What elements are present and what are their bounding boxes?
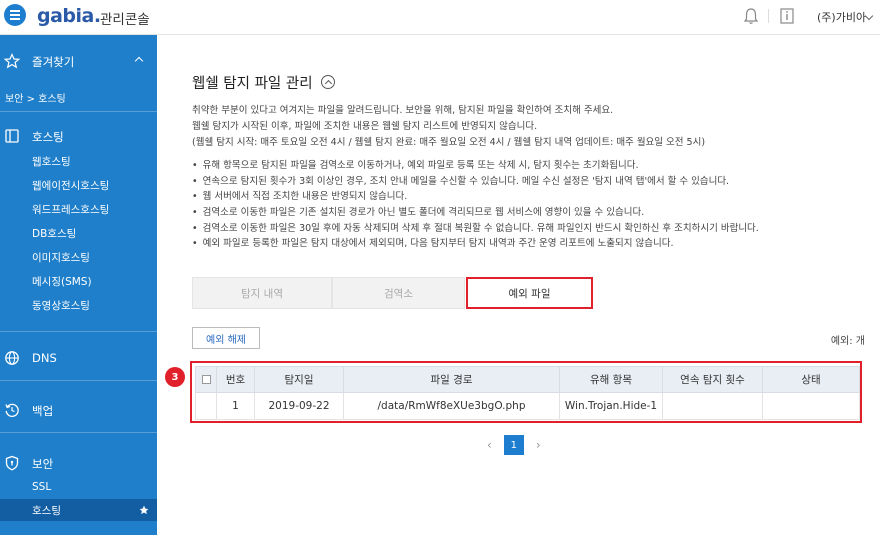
exception-table-highlight: 번호 탐지일 파일 경로 유해 항목 연속 탐지 횟수 상태 1 2019-09… xyxy=(190,361,862,423)
top-bar: gabia. 관리콘솔 (주)가비아 xyxy=(0,0,880,35)
chevron-up-icon[interactable] xyxy=(134,56,144,66)
breadcrumb: 보안 > 호스팅 xyxy=(5,94,66,105)
status xyxy=(762,392,860,420)
notice-item: 검역소로 이동한 파일은 30일 후에 자동 삭제되며 삭제 후 절대 복원할 … xyxy=(192,220,759,234)
globe-icon xyxy=(5,351,19,365)
star-icon[interactable] xyxy=(139,505,149,515)
column-header: 파일 경로 xyxy=(343,366,560,393)
harmful-item: Win.Trojan.Hide-1 xyxy=(559,392,663,420)
sidebar-item-wordpress-hosting[interactable]: 워드프레스호스팅 xyxy=(32,202,109,217)
user-menu[interactable]: (주)가비아 xyxy=(817,9,866,25)
table-row: 1 2019-09-22 /data/RmWf8eXUe3bgO.php Win… xyxy=(195,392,860,420)
select-all-header[interactable] xyxy=(195,366,217,393)
sidebar-favorites[interactable]: 즐겨찾기 xyxy=(0,53,157,71)
shield-icon xyxy=(5,455,19,471)
sidebar-hosting[interactable]: 호스팅 xyxy=(0,127,157,145)
page-number-current[interactable]: 1 xyxy=(503,435,524,455)
description-line: 웹쉘 탐지가 시작된 이후, 파일에 조치한 내용은 웹쉘 탐지 리스트에 반영… xyxy=(192,121,538,132)
column-header: 연속 탐지 횟수 xyxy=(662,366,763,393)
description-line: 취약한 부분이 있다고 여겨지는 파일을 알려드립니다. 보안을 위해, 탐지된… xyxy=(192,105,614,116)
sidebar-item-ssl[interactable]: SSL xyxy=(32,481,51,493)
backup-icon xyxy=(5,403,19,417)
column-header: 상태 xyxy=(762,366,860,393)
menu-icon[interactable] xyxy=(4,4,26,26)
sidebar-dns[interactable]: DNS xyxy=(0,349,157,367)
sidebar-dns-label: DNS xyxy=(32,351,57,365)
sidebar-backup[interactable]: 백업 xyxy=(0,401,157,419)
file-path: /data/RmWf8eXUe3bgO.php xyxy=(343,392,560,420)
sidebar-divider xyxy=(0,380,157,381)
sidebar-item-hosting-active[interactable]: 호스팅 xyxy=(0,499,157,521)
release-exception-button[interactable]: 예외 해제 xyxy=(192,327,260,349)
sidebar-favorites-label: 즐겨찾기 xyxy=(32,55,75,69)
sidebar-item-label: 호스팅 xyxy=(32,505,61,517)
sidebar-item-db-hosting[interactable]: DB호스팅 xyxy=(32,226,76,241)
select-all-checkbox[interactable] xyxy=(201,375,211,384)
sidebar-item-web-agency-hosting[interactable]: 웹에이전시호스팅 xyxy=(32,178,109,193)
notice-item: 예외 파일로 등록한 파일은 탐지 대상에서 제외되며, 다음 탐지부터 탐지 … xyxy=(192,235,674,249)
sidebar-divider xyxy=(0,111,157,112)
pagination: ‹ 1 › xyxy=(487,435,541,455)
sidebar-security-label: 보안 xyxy=(32,457,54,471)
console-label: 관리콘솔 xyxy=(100,12,150,28)
column-header: 유해 항목 xyxy=(559,366,663,393)
sidebar-hosting-label: 호스팅 xyxy=(32,130,64,144)
exception-table: 번호 탐지일 파일 경로 유해 항목 연속 탐지 횟수 상태 1 2019-09… xyxy=(195,366,860,420)
notice-item: 유해 항목으로 탐지된 파일을 검역소로 이동하거나, 예외 파일로 등록 또는… xyxy=(192,157,639,171)
gabia-logo[interactable]: gabia. xyxy=(37,5,101,27)
description-line: (웹쉘 탐지 시작: 매주 토요일 오전 4시 / 웹쉘 탐지 완료: 매주 월… xyxy=(192,137,706,148)
sidebar-item-web-hosting[interactable]: 웹호스팅 xyxy=(32,154,71,169)
row-checkbox-cell[interactable] xyxy=(195,392,217,420)
notice-item: 웹 서버에서 직접 조치한 내용은 반영되지 않습니다. xyxy=(192,188,408,202)
column-header: 탐지일 xyxy=(254,366,344,393)
star-icon xyxy=(4,53,20,69)
notice-item: 검역소로 이동한 파일은 기존 설치된 경로가 아닌 별도 폴더에 격리되므로 … xyxy=(192,204,645,218)
detection-date: 2019-09-22 xyxy=(254,392,344,420)
tab-quarantine[interactable]: 검역소 xyxy=(332,277,465,309)
sidebar-divider xyxy=(0,331,157,332)
sidebar-item-messaging[interactable]: 메시징(SMS) xyxy=(32,274,92,289)
notice-icon[interactable] xyxy=(778,7,796,25)
page-title: 웹쉘 탐지 파일 관리 xyxy=(192,76,313,92)
main-content: 웹쉘 탐지 파일 관리 취약한 부분이 있다고 여겨지는 파일을 알려드립니다.… xyxy=(157,35,880,535)
step-badge: 3 xyxy=(165,367,185,387)
sidebar-item-video-hosting[interactable]: 동영상호스팅 xyxy=(32,298,90,313)
header-divider xyxy=(768,9,769,23)
sidebar: 즐겨찾기 보안 > 호스팅 호스팅 웹호스팅 웹에이전시호스팅 워드프레스호스팅… xyxy=(0,35,157,535)
sidebar-item-image-hosting[interactable]: 이미지호스팅 xyxy=(32,250,90,265)
hosting-icon xyxy=(5,129,19,143)
sidebar-security[interactable]: 보안 xyxy=(0,454,157,472)
next-page-button[interactable]: › xyxy=(536,438,541,452)
sidebar-divider xyxy=(0,432,157,433)
exception-count: 예외: 개 xyxy=(830,336,865,347)
tab-exception-files[interactable]: 예외 파일 xyxy=(466,277,593,309)
notice-item: 연속으로 탐지된 횟수가 3회 이상인 경우, 조치 안내 메일을 수신할 수 … xyxy=(192,173,729,187)
column-header: 번호 xyxy=(216,366,255,393)
sidebar-backup-label: 백업 xyxy=(32,404,54,418)
chevron-up-icon[interactable] xyxy=(321,75,335,89)
consecutive-count xyxy=(662,392,763,420)
bell-icon[interactable] xyxy=(742,7,760,25)
tab-detection-history[interactable]: 탐지 내역 xyxy=(192,277,332,309)
prev-page-button[interactable]: ‹ xyxy=(487,438,492,452)
row-number: 1 xyxy=(216,392,255,420)
